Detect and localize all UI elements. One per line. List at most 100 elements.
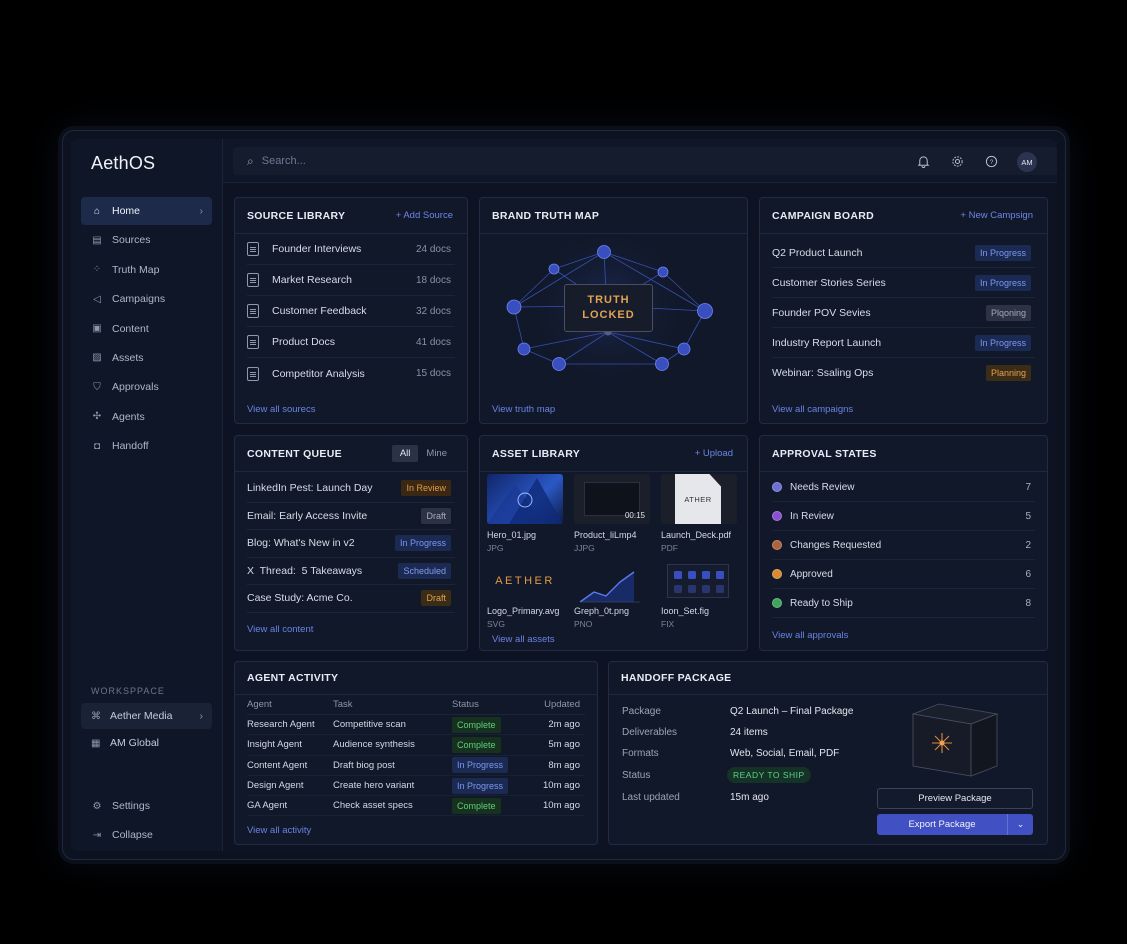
asset-card[interactable]: 00:15 Product_liLmp4 JJPG — [574, 474, 650, 553]
workspace-icon: ⌘ — [91, 710, 101, 722]
search-input[interactable] — [261, 155, 562, 167]
export-package-button[interactable]: Export Package ⌄ — [877, 814, 1033, 835]
content-icon: ▣ — [92, 323, 102, 335]
view-all-content-link[interactable]: View all content — [247, 624, 313, 635]
source-row[interactable]: Market Research 18 docs — [247, 265, 455, 296]
view-all-campaigns-link[interactable]: View all campaigns — [772, 404, 853, 415]
upload-button[interactable]: + Upload — [695, 448, 733, 459]
help-icon[interactable]: ? — [983, 153, 999, 169]
nav-item-collapse[interactable]: ⇥ Collapse — [81, 821, 212, 849]
campaign-row[interactable]: Industry Report Launch In Progress — [772, 328, 1035, 358]
table-row[interactable]: Design Agent Create hero variant In Progre… — [247, 776, 585, 797]
export-package-label[interactable]: Export Package — [877, 814, 1008, 835]
bell-icon[interactable] — [915, 153, 931, 169]
table-row[interactable]: Insight Agent Audience synthesis Complete 5… — [247, 735, 585, 756]
filter-mine-button[interactable]: Mine — [418, 445, 455, 462]
approval-row[interactable]: Changes Requested 2 — [772, 531, 1035, 560]
table-row[interactable]: Research Agent Competitive scan Complete 2m… — [247, 715, 585, 736]
source-name: Founder Interviews — [272, 243, 362, 255]
content-row[interactable]: Case Study: Acme Co. Draft — [247, 585, 455, 613]
content-queue-panel: CONTENT QUEUE All Mine LinkedIn Pest: La… — [234, 435, 468, 651]
approval-row[interactable]: In Review 5 — [772, 502, 1035, 531]
screen: AethOS ⌂ Home › ▤ Sources ⁘ Truth Map ◁ Campa… — [71, 139, 1057, 851]
nav-item-agents[interactable]: ✣ Agents — [81, 403, 212, 431]
asset-type: FIX — [661, 619, 675, 629]
nav-item-truth-map[interactable]: ⁘ Truth Map — [81, 256, 212, 284]
nav-item-handoff[interactable]: ◘ Handoff — [81, 432, 212, 460]
field-key: Last updated — [622, 792, 680, 803]
table-row[interactable]: Content Agent Draft biog post In Progress 8… — [247, 756, 585, 776]
agent-task: Competitive scan — [333, 719, 406, 731]
workspace-item-am-global[interactable]: ▦ AM Global — [81, 730, 212, 756]
home-icon: ⌂ — [93, 205, 101, 217]
doc-count: 32 docs — [415, 305, 451, 317]
nav-item-assets[interactable]: ▨ Assets — [81, 344, 212, 372]
icon-set-thumbnail — [661, 556, 737, 606]
svg-text:?: ? — [989, 158, 993, 165]
filter-all-button[interactable]: All — [391, 445, 419, 462]
truth-locked-badge[interactable]: TRUTH LOCKED — [564, 284, 653, 332]
approval-row[interactable]: Ready to Ship 8 — [772, 589, 1035, 618]
panel-title: APPROVAL STATES — [772, 447, 877, 460]
view-all-approvals-link[interactable]: View all approvals — [772, 630, 848, 641]
workspace-label-text: Aether Media — [110, 710, 173, 722]
status-dot — [772, 598, 782, 608]
search-bar[interactable]: ⌕ — [233, 147, 1057, 175]
campaign-row[interactable]: Q2 Product Launch In Progress — [772, 238, 1035, 268]
approval-label: In Review — [790, 510, 834, 522]
table-row[interactable]: GA Agent Check asset specs Complete 10m ago — [247, 796, 585, 817]
source-row[interactable]: Product Docs 41 docs — [247, 327, 455, 358]
approval-row[interactable]: Needs Review 7 — [772, 473, 1035, 502]
brand-truth-map-panel: BRAND TRUTH MAP TRUTH LOCKED View truth … — [479, 197, 748, 424]
approval-row[interactable]: Approved 6 — [772, 560, 1035, 589]
status-badge: In Progress — [452, 757, 509, 774]
updated-time: 10m ago — [543, 780, 580, 792]
content-row[interactable]: Email: Early Access Invite Draft — [247, 503, 455, 530]
campaign-row[interactable]: Customer Stories Series In Progress — [772, 268, 1035, 298]
asset-name: Product_liLmp4 — [574, 530, 637, 540]
nav-item-content[interactable]: ▣ Content — [81, 315, 212, 343]
field-key: Status — [622, 770, 651, 781]
campaign-row[interactable]: Founder POV Sevies Plqoning — [772, 298, 1035, 328]
campaign-row[interactable]: Webinar: Ssaling Ops Planning — [772, 358, 1035, 388]
view-truth-map-link[interactable]: View truth map — [492, 404, 555, 415]
new-campaign-button[interactable]: + New Campsign — [960, 210, 1033, 221]
source-row[interactable]: Founder Interviews 24 docs — [247, 234, 455, 265]
status-badge: Plqoning — [985, 304, 1031, 321]
campaign-name: Customer Stories Series — [772, 276, 886, 289]
avatar[interactable]: AM — [1017, 152, 1037, 172]
asset-card[interactable]: Ioon_Set.fig FIX — [661, 556, 737, 629]
asset-name: Ioon_Set.fig — [661, 606, 710, 616]
updated-time: 10m ago — [543, 800, 580, 812]
source-row[interactable]: Competitor Analysis 15 docs — [247, 358, 455, 389]
asset-type: PDF — [661, 543, 678, 553]
nav-item-settings[interactable]: ⚙ Settings — [81, 792, 212, 820]
nav-item-approvals[interactable]: ⛉ Approvals — [81, 373, 212, 401]
view-all-activity-link[interactable]: View all activity — [247, 825, 311, 836]
nav-item-sources[interactable]: ▤ Sources — [81, 226, 212, 254]
approval-states-panel: APPROVAL STATES Needs Review 7 In Review 5… — [759, 435, 1048, 651]
asset-type: JPG — [487, 543, 504, 553]
asset-card[interactable]: ATHER Launch_Deck.pdf PDF — [661, 474, 737, 553]
asset-thumbnail: ATHER — [661, 474, 737, 524]
asset-card[interactable]: Greph_0t.png PNO — [574, 556, 650, 629]
add-source-button[interactable]: + Add Source — [396, 210, 453, 221]
filter-toggle: All Mine — [391, 445, 455, 462]
preview-package-button[interactable]: Preview Package — [877, 788, 1033, 809]
chevron-right-icon: › — [199, 710, 204, 722]
nav-item-campaigns[interactable]: ◁ Campaigns — [81, 285, 212, 313]
chevron-down-icon[interactable]: ⌄ — [1008, 819, 1033, 830]
asset-card[interactable]: AETHER Logo_Primary.avg SVG — [487, 556, 563, 629]
content-row[interactable]: LinkedIn Pest: Launch Day In Review — [247, 475, 455, 503]
nav-item-home[interactable]: ⌂ Home › — [81, 197, 212, 225]
view-all-sources-link[interactable]: View all sourecs — [247, 404, 315, 415]
workspace-item-aether-media[interactable]: ⌘ Aether Media › — [81, 703, 212, 729]
asset-card[interactable]: Hero_01.jpg JPG — [487, 474, 563, 553]
campaign-name: Founder POV Sevies — [772, 306, 871, 319]
gear-icon[interactable] — [949, 153, 965, 169]
view-all-assets-link[interactable]: View all assets — [492, 634, 555, 645]
content-row[interactable]: Blog: What's New in v2 In Progress — [247, 530, 455, 558]
agent-name: Design Agent — [247, 780, 304, 792]
source-row[interactable]: Customer Feedback 32 docs — [247, 296, 455, 327]
content-row[interactable]: X Thread: 5 Takeaways Scheduled — [247, 558, 455, 585]
